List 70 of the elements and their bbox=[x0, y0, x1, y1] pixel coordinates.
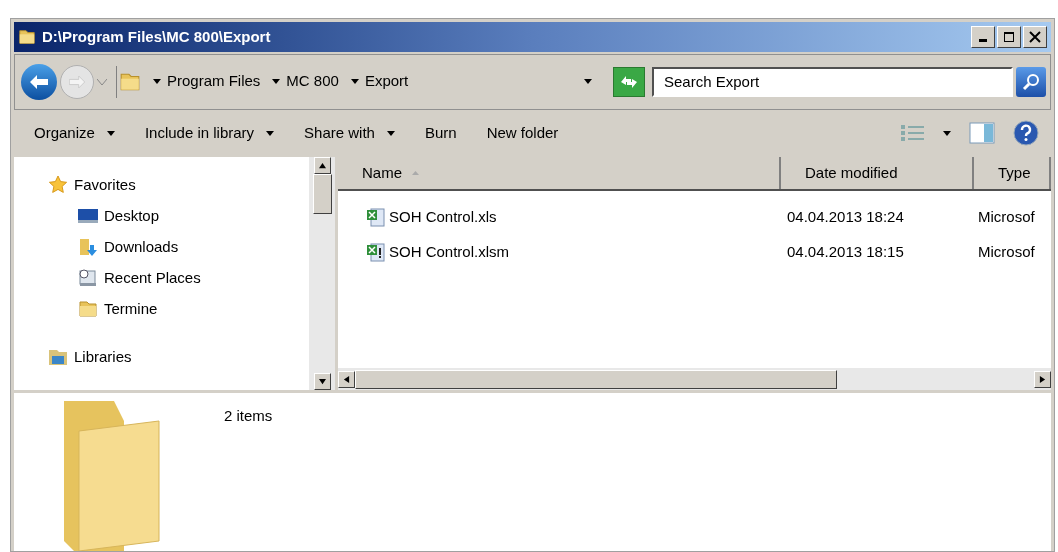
nav-label: Desktop bbox=[104, 205, 160, 226]
toolbar-button[interactable]: Burn bbox=[424, 122, 457, 145]
date-cell-text: 04.04.2013 18:24 bbox=[786, 206, 905, 227]
nav-item[interactable]: Recent Places bbox=[14, 262, 309, 294]
item-count: 2 items bbox=[224, 406, 273, 426]
back-button[interactable] bbox=[21, 63, 57, 100]
nav-label: Favorites bbox=[74, 174, 136, 195]
scroll-thumb[interactable] bbox=[312, 174, 332, 215]
help-icon[interactable] bbox=[1013, 120, 1039, 147]
folder-arrow-icon bbox=[78, 236, 98, 257]
nav-item[interactable]: Downloads bbox=[14, 231, 309, 263]
nav-label: Recent Places bbox=[104, 267, 201, 288]
nav-item[interactable]: Desktop bbox=[14, 200, 309, 232]
date-cell-text: 04.04.2013 18:15 bbox=[786, 241, 905, 262]
maximize-button[interactable] bbox=[997, 25, 1021, 48]
arrow-left-icon bbox=[30, 74, 48, 89]
star-icon bbox=[48, 174, 68, 195]
caret-icon bbox=[584, 79, 592, 85]
arrow-right-icon bbox=[69, 75, 85, 88]
maximize-icon bbox=[1002, 29, 1016, 44]
minimize-button[interactable] bbox=[971, 25, 995, 48]
scroll-thumb[interactable] bbox=[355, 369, 837, 389]
search-icon bbox=[1022, 72, 1040, 91]
type-cell-text: Microsof bbox=[977, 206, 1035, 227]
scroll-right-button[interactable] bbox=[1034, 370, 1051, 388]
file-name: SOH Control.xls bbox=[389, 206, 497, 227]
column-header[interactable]: Name bbox=[338, 157, 781, 190]
triangle-arrow-icon bbox=[318, 162, 326, 170]
recent-places-icon bbox=[78, 267, 98, 288]
sort-caret-icon bbox=[412, 171, 419, 176]
close-button[interactable] bbox=[1023, 25, 1047, 48]
breadcrumb[interactable]: Export bbox=[364, 70, 409, 93]
caret-icon bbox=[943, 130, 951, 136]
type-cell-text: Microsof bbox=[977, 241, 1035, 262]
spreadsheet-macro-file-icon bbox=[366, 241, 386, 262]
caret-icon bbox=[153, 79, 161, 85]
file-row[interactable]: SOH Control.xlsm 04.04.2013 18:15 Microsof bbox=[338, 234, 1051, 270]
nav-label: Downloads bbox=[104, 236, 179, 257]
file-name: SOH Control.xlsm bbox=[389, 241, 510, 262]
triangle-arrow-icon bbox=[343, 375, 350, 383]
column-header[interactable]: Type bbox=[974, 157, 1051, 190]
nav-item[interactable]: Favorites bbox=[14, 169, 309, 201]
toolbar-button[interactable]: New folder bbox=[486, 122, 559, 145]
minimize-icon bbox=[979, 39, 987, 43]
window-title: D:\Program Files\MC 800\Export bbox=[42, 26, 271, 47]
caret-icon bbox=[272, 79, 281, 85]
column-header[interactable]: Date modified bbox=[781, 157, 974, 190]
toolbar-button[interactable]: Share with bbox=[304, 122, 395, 145]
toolbar-button[interactable]: Include in library bbox=[144, 122, 275, 145]
breadcrumb[interactable]: MC 800 bbox=[286, 70, 339, 93]
scroll-down-button[interactable] bbox=[313, 373, 331, 390]
folder-icon bbox=[78, 298, 98, 319]
triangle-arrow-icon bbox=[318, 378, 326, 385]
triangle-arrow-icon bbox=[1039, 375, 1046, 383]
scroll-left-button[interactable] bbox=[338, 370, 355, 388]
breadcrumb[interactable]: Program Files bbox=[167, 70, 261, 93]
refresh-button[interactable] bbox=[613, 66, 645, 97]
close-icon bbox=[1028, 29, 1042, 44]
toolbar-button[interactable]: Organize bbox=[34, 122, 115, 145]
scroll-up-button[interactable] bbox=[313, 157, 331, 175]
search-button[interactable] bbox=[1016, 66, 1046, 97]
nav-label: Libraries bbox=[74, 346, 132, 367]
search-field[interactable]: Search Export bbox=[652, 66, 1013, 97]
spreadsheet-file-icon bbox=[366, 206, 386, 227]
nav-item[interactable]: Termine bbox=[14, 293, 309, 325]
desktop-icon bbox=[78, 207, 98, 224]
file-row[interactable]: SOH Control.xls 04.04.2013 18:24 Microsof bbox=[338, 199, 1051, 235]
nav-item[interactable]: Libraries bbox=[14, 341, 309, 373]
nav-label: Termine bbox=[104, 298, 158, 319]
caret-icon bbox=[350, 79, 359, 85]
